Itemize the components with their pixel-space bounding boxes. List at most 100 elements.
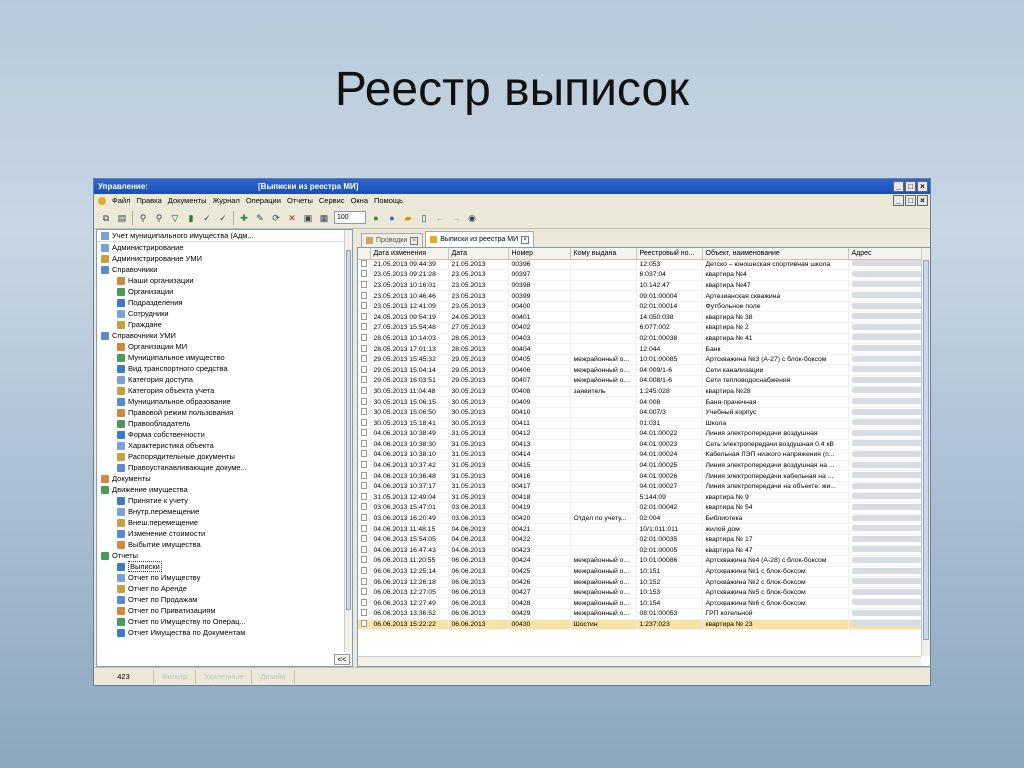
table-row[interactable]: 04.06.2013 10:37:17 31.05.2013 00417 04:01:… — [358, 481, 930, 493]
mdi-minimize-button[interactable]: _ — [893, 195, 904, 206]
forward-icon[interactable]: → — [450, 212, 462, 224]
grid-vertical-scrollbar[interactable] — [921, 248, 930, 656]
table-row[interactable]: 29.05.2013 16:03:51 29.05.2013 00407 межрай… — [358, 375, 930, 387]
table-row[interactable]: 03.06.2013 16:20:49 03.06.2013 00420 Отдел … — [358, 513, 930, 525]
tree-item[interactable]: Муниципальное имущество — [97, 352, 352, 363]
tree-scrollbar[interactable] — [344, 230, 352, 652]
tree-item[interactable]: Отчет Имущества по Документам — [97, 627, 352, 638]
tree-item[interactable]: Отчет по Продажам — [97, 594, 352, 605]
tree-item[interactable]: Характеристика объекта — [97, 440, 352, 451]
tree-item[interactable]: Организации МИ — [97, 341, 352, 352]
table-row[interactable]: 23.05.2013 10:16:01 23.05.2013 00398 10:142… — [358, 280, 930, 292]
tree-scroll-thumb[interactable] — [346, 250, 351, 610]
menu-item[interactable]: Файл — [112, 196, 130, 205]
menu-item[interactable]: Окна — [351, 196, 368, 205]
table-row[interactable]: 04.06.2013 15:54:05 04.06.2013 00422 02:01:… — [358, 534, 930, 546]
uncheck-icon[interactable]: ✓ — [217, 212, 229, 224]
table-row[interactable]: 04.06.2013 10:37:42 31.05.2013 00415 04:01:… — [358, 460, 930, 472]
menu-item[interactable]: Правка — [136, 196, 161, 205]
table-row[interactable]: 23.05.2013 09:21:28 23.05.2013 00397 6:037:… — [358, 269, 930, 281]
tree-item[interactable]: Движение имущества — [97, 484, 352, 495]
tree-item[interactable]: Сотрудники — [97, 308, 352, 319]
table-row[interactable]: 24.05.2013 09:54:19 24.05.2013 00401 14:050… — [358, 311, 930, 324]
tab-close-icon[interactable]: × — [410, 236, 419, 245]
tree-item[interactable]: Категория объекта учета — [97, 385, 352, 396]
menu-item[interactable]: Сервис — [319, 196, 345, 205]
table-row[interactable]: 06.06.2013 12:27:49 06.06.2013 00428 межрай… — [358, 598, 930, 610]
table-row[interactable]: 04.06.2013 10:38:30 31.05.2013 00413 04:01:… — [358, 439, 930, 451]
tree-item[interactable]: Подразделения — [97, 297, 352, 308]
grid-horizontal-scrollbar[interactable] — [358, 656, 921, 666]
tree-root[interactable]: Учет муниципального имущества (Адм... — [97, 230, 352, 242]
tab[interactable]: Выписки из реестра МИ × — [425, 231, 535, 247]
table-row[interactable]: 21.05.2013 09:44:39 21.05.2013 00396 12:053… — [358, 259, 930, 271]
tree-item[interactable]: Категория доступа — [97, 374, 352, 385]
table-row[interactable]: 28.05.2013 10:14:03 28.05.2013 00403 02:01:… — [358, 333, 930, 345]
doc-icon[interactable]: ▯ — [418, 212, 430, 224]
menu-item[interactable]: Отчеты — [287, 196, 313, 205]
table-row[interactable]: 28.05.2013 17:01:13 28.05.2013 00404 12:044… — [358, 343, 930, 355]
tree-item[interactable]: Наши организации — [97, 275, 352, 286]
tree-item[interactable]: Отчеты — [97, 550, 352, 561]
tree-item[interactable]: Отчет по Приватизациям — [97, 605, 352, 616]
app-menu-icon[interactable] — [98, 196, 106, 205]
tree-item[interactable]: Администрирование — [97, 242, 352, 253]
tree-item[interactable]: Правоустанавливающие докуме... — [97, 462, 352, 473]
grid-column-header[interactable]: Объект, наименование — [702, 248, 849, 260]
table-row[interactable]: 30.05.2013 15:06:50 30.05.2013 00410 04:007… — [358, 407, 930, 419]
grid-column-header[interactable]: Дата изменения — [370, 248, 449, 260]
folder-icon[interactable]: ▰ — [402, 212, 414, 224]
tree-item[interactable]: Муниципальное образование — [97, 396, 352, 407]
tree-item[interactable]: Справочники УМИ — [97, 330, 352, 341]
save-icon[interactable]: ▣ — [302, 212, 314, 224]
table-row[interactable]: 30.05.2013 15:18:41 30.05.2013 00411 01:031… — [358, 417, 930, 429]
zoom-select[interactable]: 100 — [334, 211, 366, 224]
filter-icon[interactable]: ▽ — [169, 212, 181, 224]
calendar-icon[interactable]: ▦ — [318, 212, 330, 224]
grid-column-header[interactable]: Кому выдана — [570, 248, 637, 260]
deleted-status[interactable]: Удаленные — [196, 669, 253, 684]
table-row[interactable]: 29.05.2013 15:45:32 29.05.2013 00405 межрай… — [358, 354, 930, 366]
delete-icon[interactable]: ✕ — [286, 212, 298, 224]
copy-icon[interactable]: ⧉ — [100, 212, 112, 224]
menu-item[interactable]: Операции — [246, 196, 281, 205]
tree-item[interactable]: Внеш.перемещение — [97, 517, 352, 528]
table-row[interactable]: 06.06.2013 12:26:18 06.06.2013 00426 межрай… — [358, 576, 930, 588]
chart-icon[interactable]: ▮ — [185, 212, 197, 224]
find-icon[interactable]: ⚲ — [137, 212, 149, 224]
mdi-maximize-button[interactable]: □ — [905, 195, 916, 206]
table-row[interactable]: 06.06.2013 11:20:55 06.06.2013 00424 межрай… — [358, 555, 930, 567]
tree-item[interactable]: Граждане — [97, 319, 352, 330]
table-row[interactable]: 04.06.2013 10:38:10 31.05.2013 00414 04:01:… — [358, 449, 930, 461]
grid-column-header[interactable]: Адрес — [848, 248, 930, 260]
refresh-icon[interactable]: ⟳ — [270, 212, 282, 224]
table-row[interactable]: 06.06.2013 12:25:14 06.06.2013 00425 межрай… — [358, 566, 930, 578]
grid-column-header[interactable]: Дата — [448, 248, 509, 260]
tree-item[interactable]: Распорядительные документы — [97, 451, 352, 462]
back-icon[interactable]: ← — [434, 212, 446, 224]
design-status[interactable]: Дизайн — [252, 669, 295, 684]
tree-item[interactable]: Изменение стоимости — [97, 528, 352, 539]
records-grid[interactable]: Дата изменения Дата Номер Кому выдана Реестр… — [357, 247, 930, 667]
grid-column-header[interactable]: Реестровый но... — [636, 248, 703, 260]
edit-icon[interactable]: ✎ — [254, 212, 266, 224]
table-row[interactable]: 30.05.2013 15:06:15 30.05.2013 00409 04:008… — [358, 396, 930, 408]
table-row[interactable]: 03.06.2013 15:47:01 03.06.2013 00419 02:01:… — [358, 502, 930, 514]
tree-item[interactable]: Внутр.перемещение — [97, 506, 352, 517]
go-icon[interactable]: ● — [370, 212, 382, 224]
tree-item[interactable]: Отчет по Аренде — [97, 583, 352, 594]
tab[interactable]: Проводки × — [361, 233, 424, 247]
tree-item[interactable]: Вид транспортного средства — [97, 363, 352, 374]
tree-item[interactable]: Организации — [97, 286, 352, 297]
table-row[interactable]: 29.05.2013 15:04:14 29.05.2013 00406 межрай… — [358, 364, 930, 377]
tree-item[interactable]: Документы — [97, 473, 352, 484]
tree-item[interactable]: Отчет по Имуществу по Операц... — [97, 616, 352, 627]
help-icon[interactable]: ◉ — [466, 212, 478, 224]
grid-column-header[interactable]: Номер — [508, 248, 571, 260]
tree-item[interactable]: Справочники — [97, 264, 352, 275]
table-row[interactable]: 06.06.2013 15:22:22 06.06.2013 00430 Шостин… — [358, 619, 930, 631]
table-row[interactable]: 31.05.2013 12:49:04 31.05.2013 00418 5:144:… — [358, 492, 930, 504]
stop-icon[interactable]: ● — [386, 212, 398, 224]
menu-item[interactable]: Помощь — [374, 196, 403, 205]
check-icon[interactable]: ✓ — [201, 212, 213, 224]
